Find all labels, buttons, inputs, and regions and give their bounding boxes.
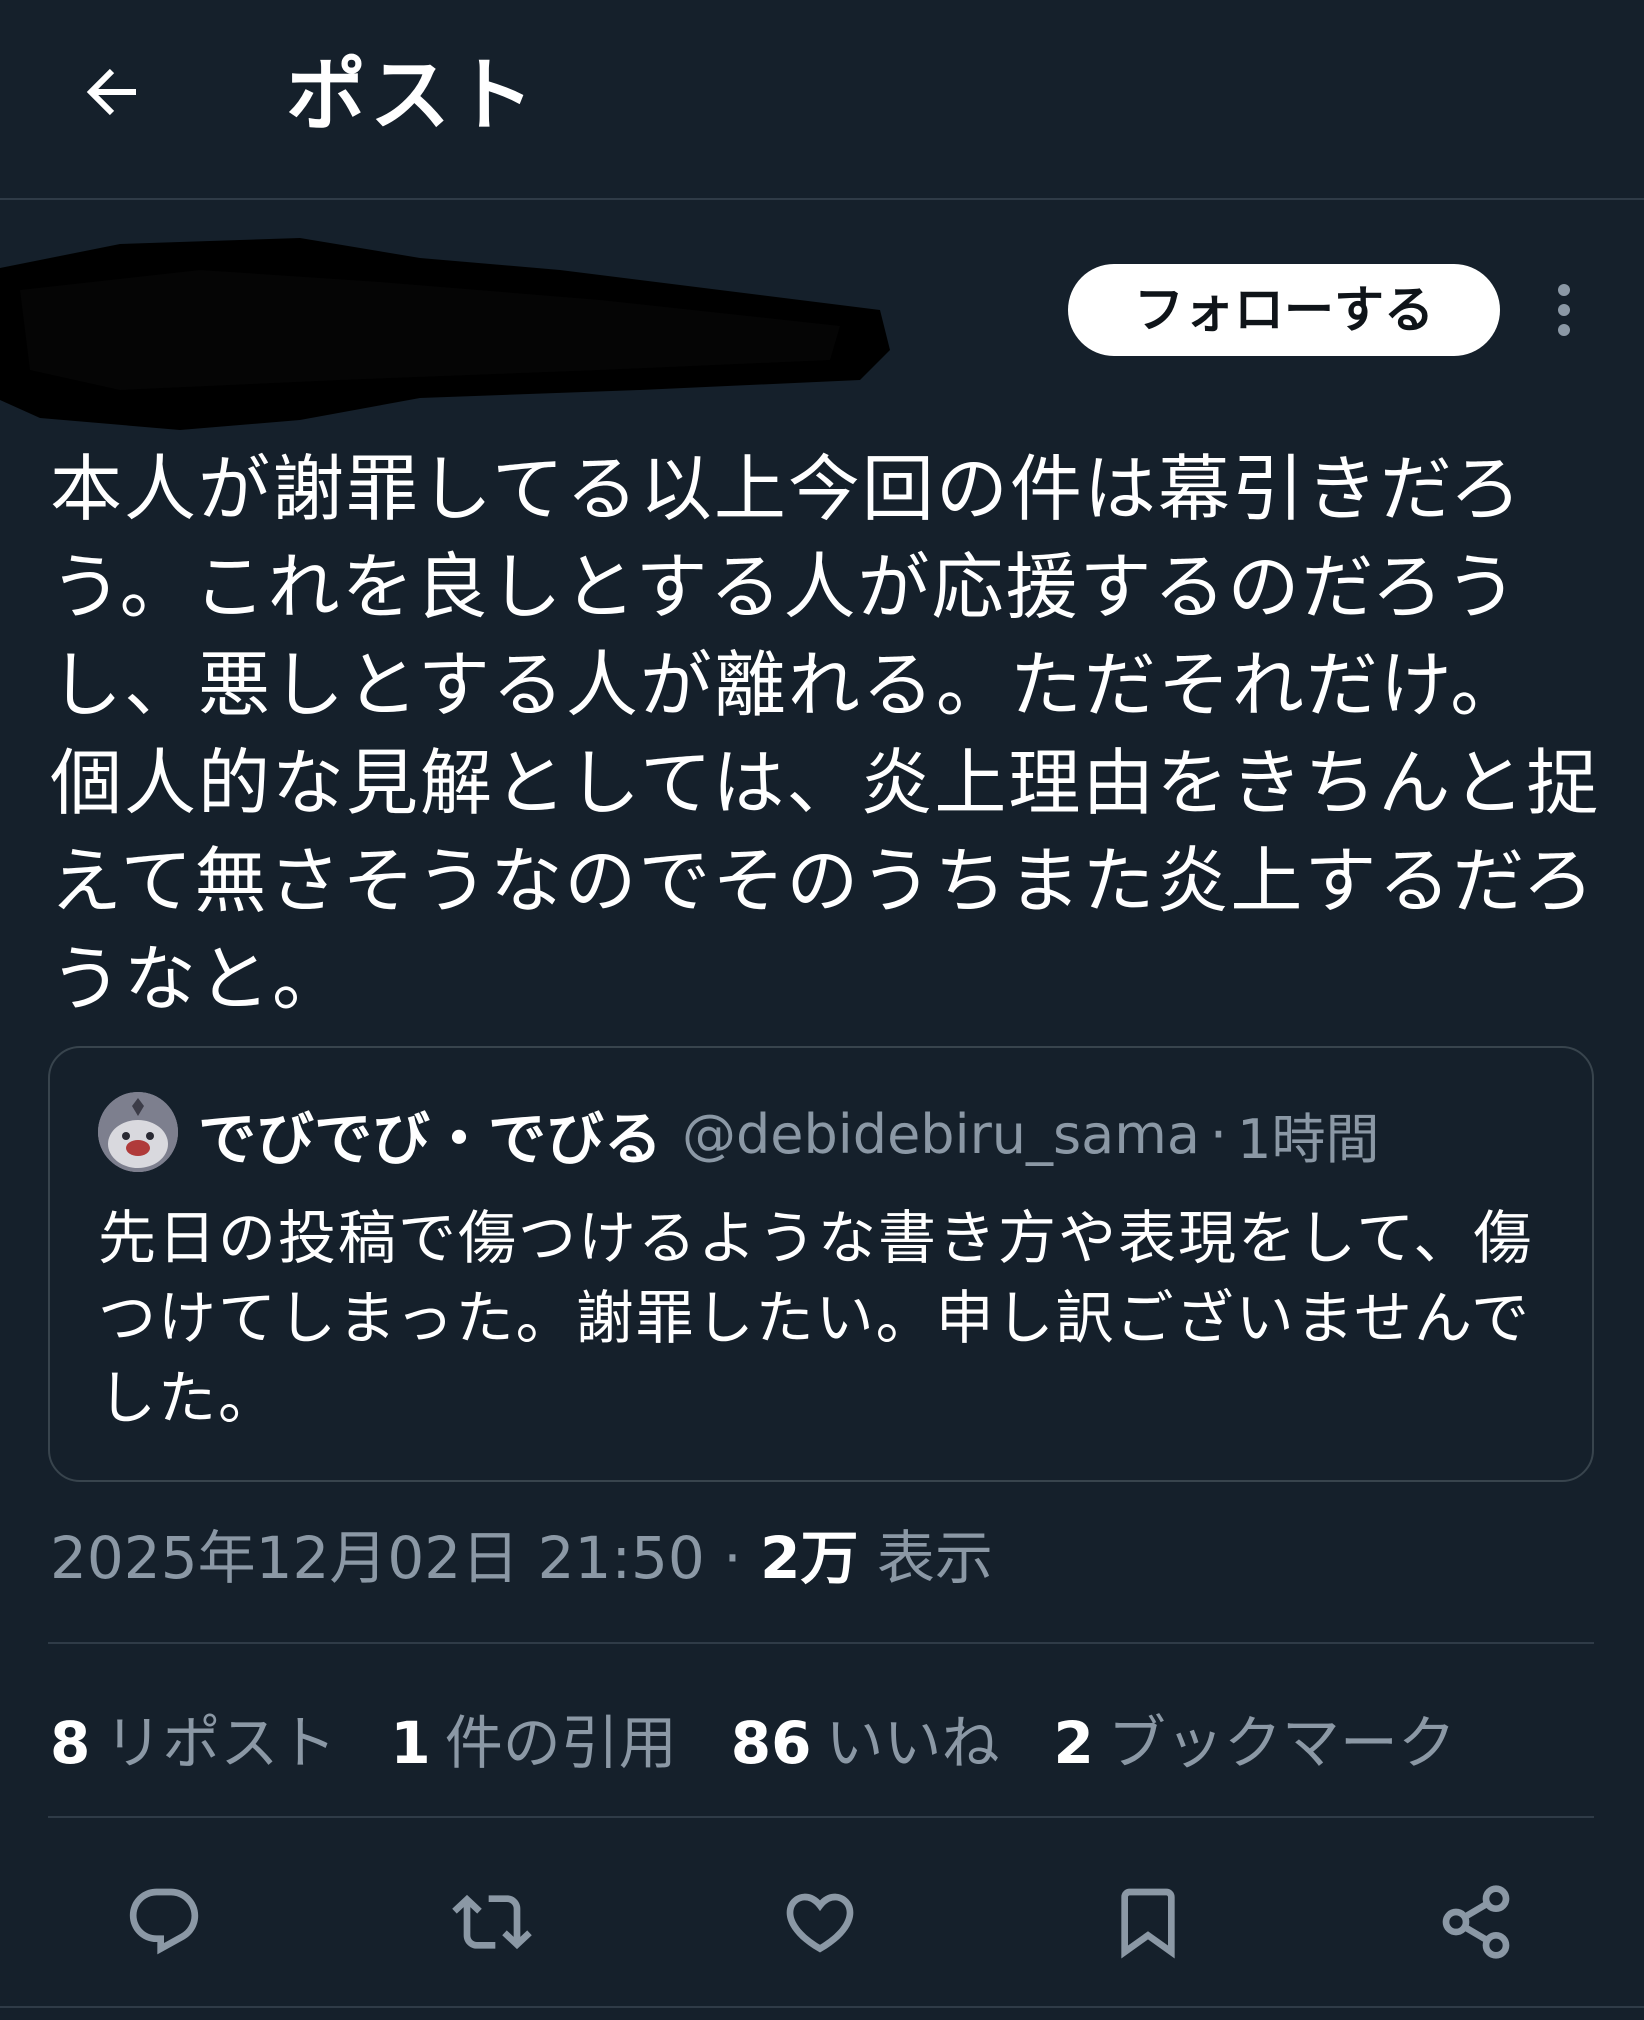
avatar: [98, 1092, 178, 1172]
repost-button[interactable]: [444, 1874, 540, 1970]
quoted-post-time: 1時間: [1237, 1107, 1380, 1171]
views-label: 表示: [876, 1524, 993, 1592]
post-text: 本人が謝罪してる以上今回の件は幕引きだろう。これを良しとする人が応援するのだろう…: [50, 447, 1601, 1021]
arrow-left-icon: [86, 68, 136, 116]
engagement-stats: 8 リポスト 1 件の引用 86 いいね 2 ブックマーク: [50, 1700, 1510, 1777]
meta-separator: ·: [1209, 1102, 1228, 1166]
stat-reposts[interactable]: 8 リポスト: [50, 1696, 336, 1780]
quoted-author-handle: @debidebiru_sama: [682, 1102, 1200, 1166]
divider: [48, 1642, 1594, 1644]
follow-button[interactable]: フォローする: [1068, 264, 1500, 356]
page-title: ポスト: [286, 49, 538, 142]
bookmark-button[interactable]: [1100, 1874, 1196, 1970]
views-count: 2万: [760, 1524, 859, 1592]
more-options-button[interactable]: [1540, 272, 1588, 348]
quoted-post-header: でびでび・でびる @debidebiru_sama · 1時間: [198, 1094, 1379, 1174]
avatar-image: [98, 1092, 178, 1172]
top-bar: ポスト: [0, 0, 1644, 200]
divider: [0, 2006, 1644, 2008]
reply-button[interactable]: [116, 1874, 212, 1970]
like-button[interactable]: [772, 1874, 868, 1970]
stat-quotes[interactable]: 1 件の引用: [390, 1696, 676, 1780]
reply-icon: [129, 1888, 199, 1955]
back-button[interactable]: [60, 44, 164, 140]
post-timestamp[interactable]: 2025年12月02日 21:50: [50, 1524, 705, 1592]
stat-likes[interactable]: 86 いいね: [731, 1696, 1000, 1780]
meta-separator: ·: [723, 1524, 742, 1592]
heart-icon: [786, 1893, 854, 1953]
quoted-author-name: でびでび・でびる: [198, 1105, 663, 1173]
repost-icon: [452, 1894, 532, 1950]
post-meta: 2025年12月02日 21:50 · 2万 表示: [50, 1524, 993, 1592]
share-button[interactable]: [1428, 1874, 1524, 1970]
divider: [48, 1816, 1594, 1818]
bookmark-icon: [1121, 1888, 1175, 1959]
more-vertical-icon: [1558, 284, 1570, 336]
action-bar: [0, 1868, 1644, 1968]
quoted-post[interactable]: でびでび・でびる @debidebiru_sama · 1時間 先日の投稿で傷つ…: [48, 1046, 1594, 1482]
share-icon: [1442, 1885, 1510, 1959]
stat-bookmarks[interactable]: 2 ブックマーク: [1053, 1696, 1455, 1780]
redacted-author-info: [0, 238, 890, 430]
quoted-post-text: 先日の投稿で傷つけるような書き方や表現をして、傷つけてしまった。謝罪したい。申し…: [98, 1204, 1534, 1432]
